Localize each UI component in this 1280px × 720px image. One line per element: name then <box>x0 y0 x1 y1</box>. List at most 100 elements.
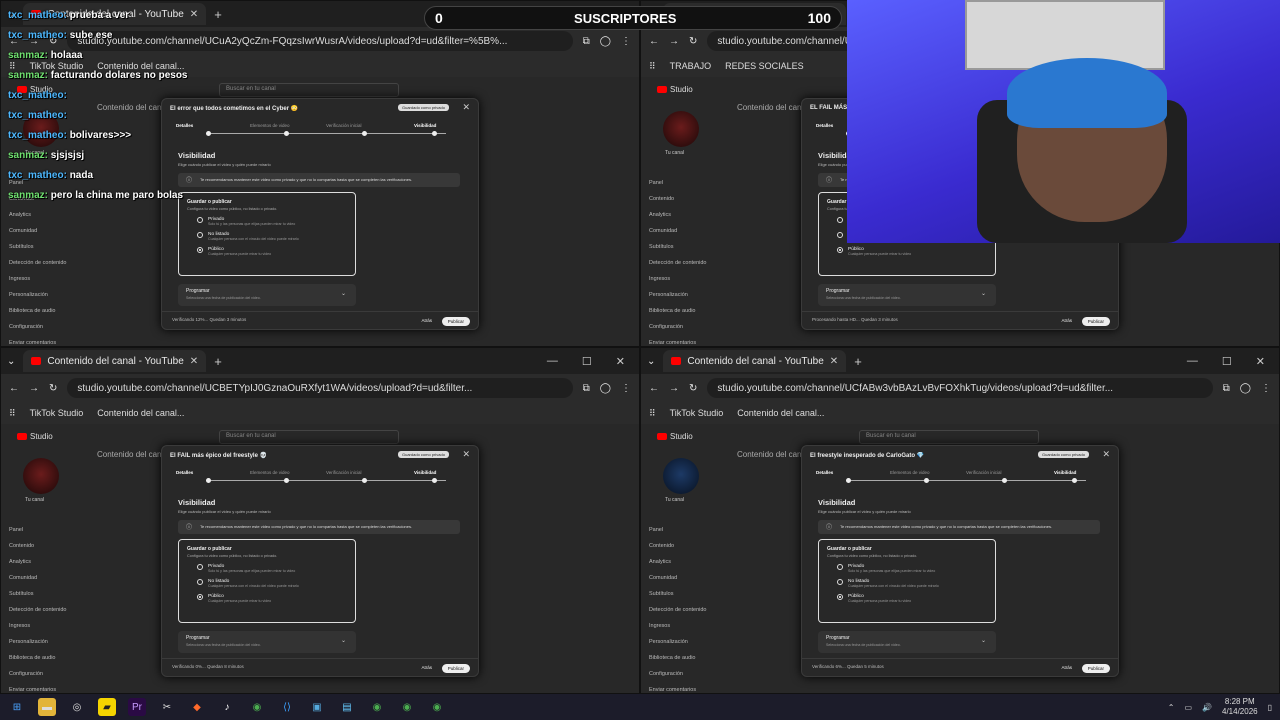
step-label[interactable]: Detalles <box>176 470 193 475</box>
chrome-icon[interactable]: ◉ <box>248 698 266 716</box>
brave-icon[interactable]: ◆ <box>188 698 206 716</box>
maximize-icon[interactable]: ☐ <box>1222 355 1232 368</box>
sidebar-item[interactable]: Detección de contenido <box>9 255 66 271</box>
reload-icon[interactable]: ↻ <box>689 383 697 394</box>
search-input[interactable]: Buscar en tu canal <box>219 430 399 444</box>
publish-button[interactable]: Publicar <box>1081 317 1110 326</box>
chevron-down-icon[interactable]: ⌄ <box>981 290 986 297</box>
sidebar-item[interactable]: Configuración <box>649 319 706 335</box>
step-label[interactable]: Visibilidad <box>414 470 436 475</box>
bookmark[interactable]: TikTok Studio <box>30 408 84 418</box>
step-label[interactable]: Detalles <box>816 470 833 475</box>
apps-icon[interactable]: ⠿ <box>649 61 656 72</box>
sidebar-item[interactable]: Subtítulos <box>649 586 706 602</box>
menu-icon[interactable]: ⋮ <box>1261 383 1271 394</box>
profile-icon[interactable]: ◯ <box>600 36 611 47</box>
sidebar-item[interactable]: Ingresos <box>649 271 706 287</box>
clock[interactable]: 8:28 PM 4/14/2026 <box>1222 697 1258 717</box>
sidebar-item[interactable]: Panel <box>9 522 66 538</box>
back-icon[interactable]: ← <box>9 383 19 394</box>
sidebar-item[interactable]: Comunidad <box>649 223 706 239</box>
notification-icon[interactable]: ▯ <box>1268 703 1272 712</box>
sticky-notes-icon[interactable]: ▰ <box>98 698 116 716</box>
step-label[interactable]: Elementos de video <box>890 470 930 475</box>
minimize-icon[interactable]: — <box>547 355 558 368</box>
schedule-box[interactable]: Programar Selecciona una fecha de public… <box>178 631 356 653</box>
sidebar-item[interactable]: Enviar comentarios <box>9 682 66 693</box>
sidebar-item[interactable]: Personalización <box>649 287 706 303</box>
menu-icon[interactable]: ⋮ <box>621 383 631 394</box>
maximize-icon[interactable]: ☐ <box>582 355 592 368</box>
step-label[interactable]: Visibilidad <box>1054 470 1076 475</box>
sidebar-item[interactable]: Detección de contenido <box>9 602 66 618</box>
chevron-down-icon[interactable]: ⌄ <box>341 290 346 297</box>
capcut-icon[interactable]: ✂ <box>158 698 176 716</box>
profile-icon[interactable]: ◯ <box>600 383 611 394</box>
visibility-option[interactable]: Privado Solo tú y las personas que elija… <box>837 564 987 573</box>
back-button[interactable]: Atrás <box>415 663 438 672</box>
visibility-option[interactable]: No listado Cualquier persona con el vínc… <box>197 232 347 241</box>
sidebar-item[interactable]: Detección de contenido <box>649 602 706 618</box>
sidebar-item[interactable]: Contenido <box>9 538 66 554</box>
new-tab-icon[interactable]: + <box>854 354 862 369</box>
publish-button[interactable]: Publicar <box>441 664 470 673</box>
radio-icon[interactable] <box>197 594 203 600</box>
address-bar[interactable]: studio.youtube.com/channel/UCBETYpIJ0Gzn… <box>67 378 573 398</box>
bookmark[interactable]: REDES SOCIALES <box>725 61 804 71</box>
bookmark[interactable]: TRABAJO <box>670 61 712 71</box>
step-label[interactable]: Elementos de video <box>250 470 290 475</box>
browser-tab[interactable]: Contenido del canal - YouTube ✕ <box>663 350 847 372</box>
sidebar-item[interactable]: Personalización <box>9 287 66 303</box>
tab-menu-icon[interactable]: ⌄ <box>647 356 655 367</box>
sidebar-item[interactable]: Detección de contenido <box>649 255 706 271</box>
tiktok-icon[interactable]: ♪ <box>218 698 236 716</box>
radio-icon[interactable] <box>837 594 843 600</box>
radio-icon[interactable] <box>837 247 843 253</box>
sidebar-item[interactable]: Analytics <box>649 554 706 570</box>
studio-logo[interactable]: Studio <box>17 432 53 441</box>
sidebar-item[interactable]: Comunidad <box>9 223 66 239</box>
sidebar-item[interactable]: Comunidad <box>649 570 706 586</box>
vscode-icon[interactable]: ⟨⟩ <box>278 698 296 716</box>
step-label[interactable]: Detalles <box>816 123 833 128</box>
sidebar-item[interactable]: Biblioteca de audio <box>649 303 706 319</box>
close-icon[interactable]: ✕ <box>462 102 470 113</box>
sidebar-item[interactable]: Configuración <box>9 666 66 682</box>
avatar[interactable] <box>663 458 699 494</box>
visibility-option[interactable]: Público Cualquier persona puede mirar tu… <box>197 594 347 603</box>
bookmark[interactable]: Contenido del canal... <box>737 408 824 418</box>
visibility-option[interactable]: Público Cualquier persona puede mirar tu… <box>197 247 347 256</box>
apps-icon[interactable]: ⠿ <box>9 408 16 419</box>
schedule-box[interactable]: Programar Selecciona una fecha de public… <box>818 631 996 653</box>
visibility-option[interactable]: No listado Cualquier persona con el vínc… <box>197 579 347 588</box>
notepad-icon[interactable]: ▤ <box>338 698 356 716</box>
radio-icon[interactable] <box>197 247 203 253</box>
sidebar-item[interactable]: Biblioteca de audio <box>9 650 66 666</box>
apps-icon[interactable]: ⠿ <box>649 408 656 419</box>
sidebar-item[interactable]: Enviar comentarios <box>9 335 66 346</box>
sidebar-item[interactable]: Enviar comentarios <box>649 682 706 693</box>
back-icon[interactable]: ← <box>649 36 659 47</box>
volume-icon[interactable]: 🔊 <box>1202 703 1212 712</box>
sidebar-item[interactable]: Personalización <box>9 634 66 650</box>
studio-logo[interactable]: Studio <box>657 85 693 94</box>
sidebar-item[interactable]: Contenido <box>649 191 706 207</box>
extensions-icon[interactable]: ⧉ <box>583 36 590 47</box>
radio-icon[interactable] <box>197 579 203 585</box>
visibility-option[interactable]: Público Cualquier persona puede mirar tu… <box>837 247 987 256</box>
windows-start-icon[interactable]: ⊞ <box>8 698 26 716</box>
sidebar-item[interactable]: Configuración <box>9 319 66 335</box>
visibility-option[interactable]: Público Cualquier persona puede mirar tu… <box>837 594 987 603</box>
schedule-box[interactable]: Programar Selecciona una fecha de public… <box>818 284 996 306</box>
sidebar-item[interactable]: Subtítulos <box>9 239 66 255</box>
sidebar-item[interactable]: Biblioteca de audio <box>649 650 706 666</box>
publish-button[interactable]: Publicar <box>1081 664 1110 673</box>
avatar[interactable] <box>663 111 699 147</box>
minimize-icon[interactable]: — <box>1187 355 1198 368</box>
avatar[interactable] <box>23 458 59 494</box>
extensions-icon[interactable]: ⧉ <box>583 383 590 394</box>
address-bar[interactable]: studio.youtube.com/channel/UCfABw3vbBAzL… <box>707 378 1213 398</box>
back-button[interactable]: Atrás <box>1055 663 1078 672</box>
bookmark[interactable]: Contenido del canal... <box>97 408 184 418</box>
back-icon[interactable]: ← <box>649 383 659 394</box>
